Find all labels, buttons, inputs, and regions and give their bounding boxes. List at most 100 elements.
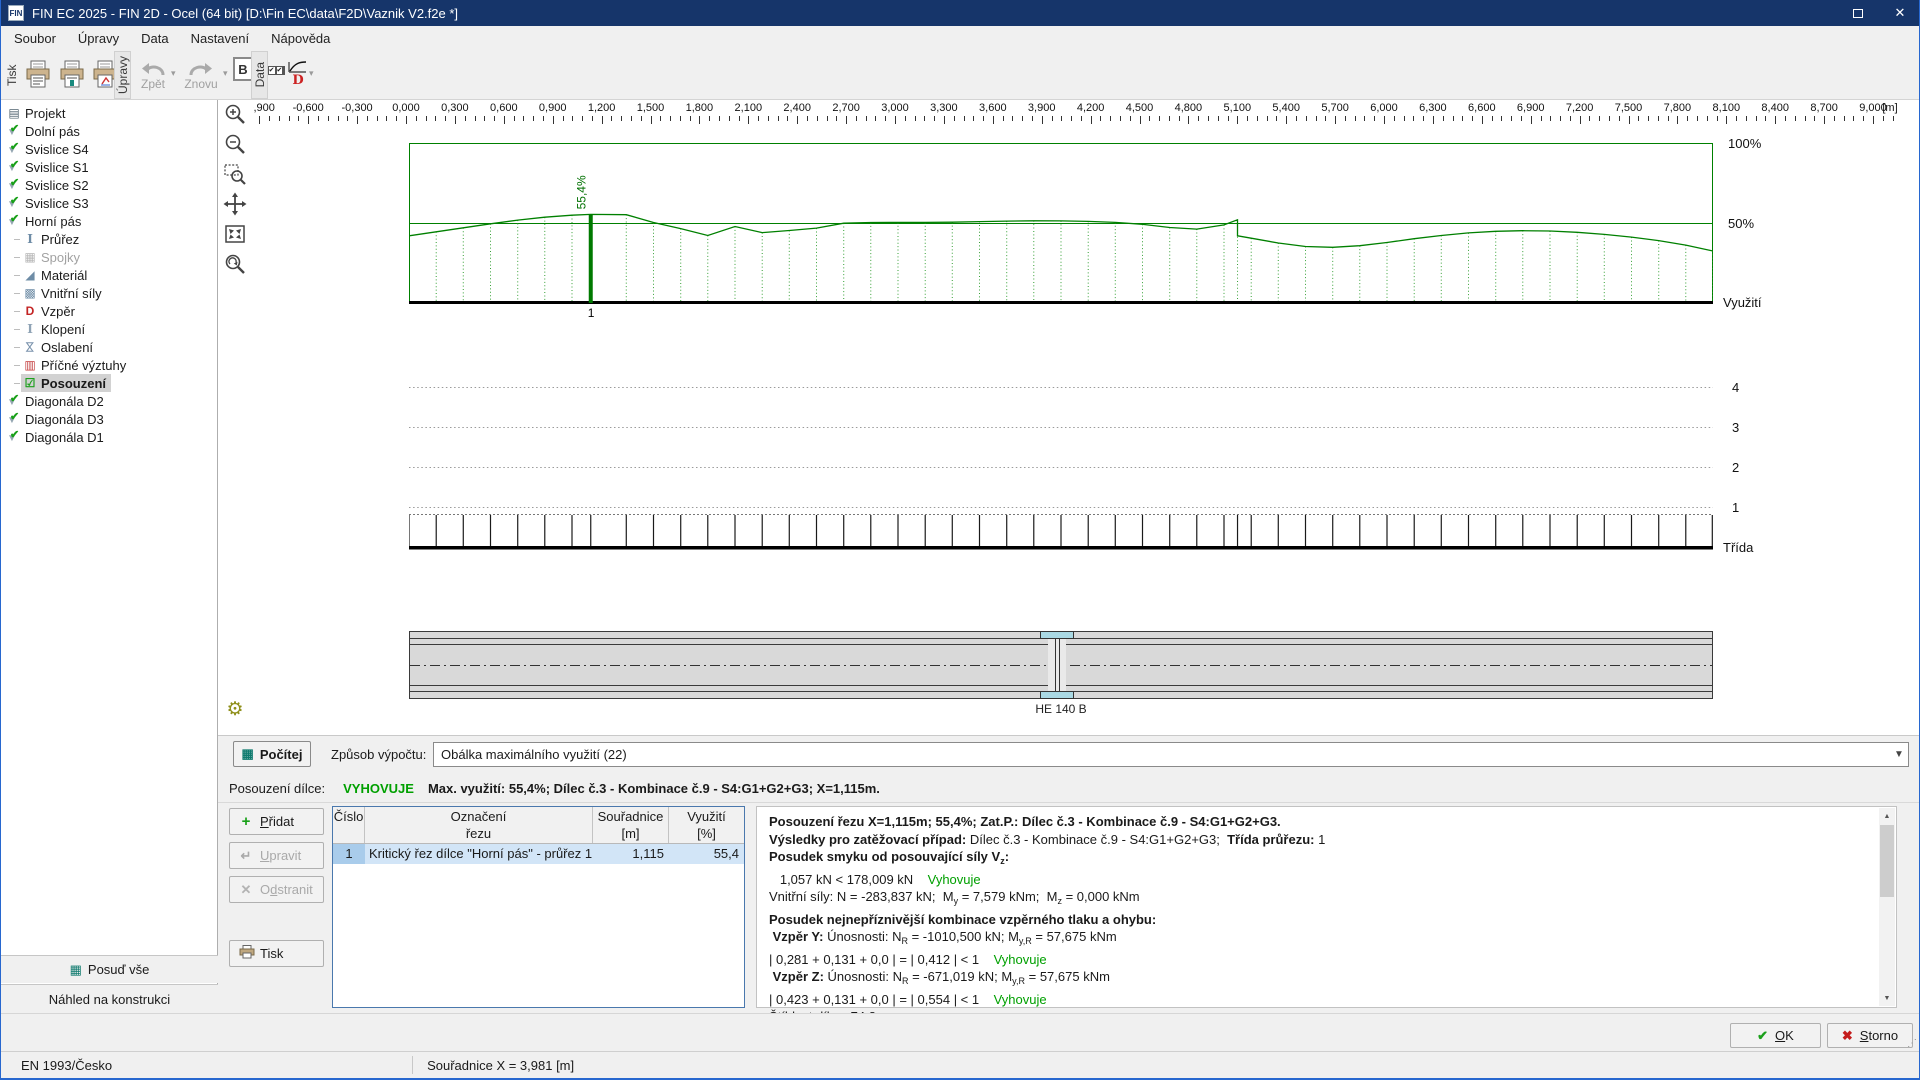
sidebar-item-diagonala-d1[interactable]: ▼✔Diagonála D1: [1, 428, 217, 446]
sidebar-item-svislice-s4[interactable]: ▼✔Svislice S4: [1, 140, 217, 158]
odstranit-button[interactable]: ✕Odstranit: [229, 876, 324, 903]
zoom-window-button[interactable]: [222, 162, 248, 188]
zoom-in-button[interactable]: [222, 102, 248, 128]
detail-scrollbar[interactable]: ▲ ▼: [1879, 808, 1895, 1006]
undo-button[interactable]: Zpět: [135, 54, 171, 96]
sidebar-item-diagonala-d3[interactable]: ▼✔Diagonála D3: [1, 410, 217, 428]
print-preview-button[interactable]: [56, 54, 88, 96]
member-check-icon: ▼✔: [6, 124, 22, 139]
structure-preview-button[interactable]: Náhled na konstrukci: [1, 984, 218, 1013]
svg-text:55,4%: 55,4%: [575, 175, 589, 209]
sidebar-item-vzper[interactable]: DVzpěr: [1, 302, 217, 320]
display-dropdown-caret[interactable]: ▾: [309, 68, 314, 79]
method-combobox[interactable]: Obálka maximálního využití (22) ▼: [433, 742, 1909, 767]
sidebar-item-vnitrni-sily[interactable]: ▩Vnitřní síly: [1, 284, 217, 302]
maximize-button[interactable]: [1837, 0, 1879, 26]
sidebar-item-material[interactable]: ◢Materiál: [1, 266, 217, 284]
status-coordinates: Souřadnice X = 3,981 [m]: [427, 1058, 574, 1073]
cancel-button[interactable]: ✖Storno: [1827, 1023, 1913, 1048]
sidebar-item-label: Projekt: [25, 106, 65, 121]
assessment-line: Posudek nejnepříznivější kombinace vzpěr…: [769, 911, 1869, 929]
sidebar-item-klopeni[interactable]: IKlopení: [1, 320, 217, 338]
dialog-footer: ✔OK ✖Storno ⋰: [1, 1013, 1920, 1051]
assessment-line: Vzpěr Y: Únosnosti: NR = -1010,500 kN; M…: [769, 928, 1869, 951]
print-document-button[interactable]: [22, 54, 54, 96]
sidebar-item-svislice-s1[interactable]: ▼✔Svislice S1: [1, 158, 217, 176]
pan-button[interactable]: [222, 192, 248, 218]
sidebar-item-label: Diagonála D1: [25, 430, 104, 445]
display-settings-button[interactable]: ✔✔ D: [271, 55, 305, 95]
title-bar: FIN FIN EC 2025 - FIN 2D - Ocel (64 bit)…: [1, 0, 1920, 26]
structure-preview-label: Náhled na konstrukci: [49, 992, 170, 1007]
assess-all-button[interactable]: ▦ Posuď vše: [1, 955, 218, 983]
column-header-vyuziti[interactable]: Využití[%]: [669, 807, 744, 843]
sidebar-item-spojky[interactable]: ▦Spojky: [1, 248, 217, 266]
calculate-button[interactable]: ▦ Počítej: [233, 741, 311, 767]
settings-gear-button[interactable]: ⚙: [223, 697, 247, 721]
sidebar-item-oslabeni[interactable]: ⋈Oslabení: [1, 338, 217, 356]
sidebar-item-svislice-s2[interactable]: ▼✔Svislice S2: [1, 176, 217, 194]
menu-item-nastaveni[interactable]: Nastavení: [180, 28, 261, 49]
sidebar-item-prurez[interactable]: IPrůřez: [1, 230, 217, 248]
column-header-oznaceni[interactable]: Označenířezu: [365, 807, 593, 843]
scroll-up-icon[interactable]: ▲: [1879, 808, 1895, 824]
upravit-button[interactable]: ↵Upravit: [229, 842, 324, 869]
sidebar-item-label: Vzpěr: [41, 304, 75, 319]
x-icon: ✖: [1842, 1028, 1853, 1044]
zoom-previous-button[interactable]: [222, 252, 248, 278]
sidebar-item-posouzeni[interactable]: ☑Posouzení: [1, 374, 217, 392]
sidebar-item-dolni-pas[interactable]: ▼✔Dolní pás: [1, 122, 217, 140]
zoom-window-icon: [223, 162, 247, 189]
sidebar-item-horni-pas[interactable]: ▼✔Horní pás: [1, 212, 217, 230]
close-button[interactable]: ✕: [1879, 0, 1920, 26]
table-row[interactable]: 1Kritický řez dílce "Horní pás" - průřez…: [333, 844, 744, 864]
redo-dropdown-caret[interactable]: ▾: [223, 68, 228, 79]
menu-item-napoveda[interactable]: Nápověda: [260, 28, 341, 49]
delete-cross-icon: ✕: [239, 882, 253, 898]
menu-bar: SouborÚpravyDataNastaveníNápověda: [1, 26, 1920, 50]
class-tick-1: 1: [1732, 500, 1739, 515]
ok-button[interactable]: ✔OK: [1730, 1023, 1821, 1048]
plus-icon: +: [239, 813, 253, 830]
tree-connector: [14, 239, 20, 240]
sidebar-item-label: Diagonála D3: [25, 412, 104, 427]
display-settings-icon: ✔✔ D: [268, 60, 309, 90]
table-header: ČísloOznačenířezuSouřadnice[m]Využití[%]: [333, 807, 744, 844]
y-tick-50: 50%: [1728, 216, 1754, 231]
resize-grip[interactable]: ⋰: [1907, 1038, 1917, 1049]
assessment-line: Vnitřní síly: N = -283,837 kN; My = 7,57…: [769, 888, 1869, 911]
result-status-badge: VYHOVUJE: [343, 781, 414, 799]
member-check-icon: ▼✔: [6, 160, 22, 175]
sidebar-item-pricne-vyztuhy[interactable]: ▥Příčné výztuhy: [1, 356, 217, 374]
joints-icon: ▦: [22, 250, 38, 264]
redo-icon: [189, 60, 213, 77]
undo-dropdown-caret[interactable]: ▾: [171, 68, 176, 79]
menu-item-upravy[interactable]: Úpravy: [67, 28, 130, 49]
sidebar-item-label: Svislice S3: [25, 196, 89, 211]
member-check-icon: ▼✔: [6, 412, 22, 427]
sidebar-item-projekt[interactable]: ▤Projekt: [1, 104, 217, 122]
tree-connector: [14, 383, 20, 384]
scroll-thumb[interactable]: [1880, 825, 1894, 897]
zoom-fit-button[interactable]: [222, 222, 248, 248]
status-bar: EN 1993/Česko Souřadnice X = 3,981 [m]: [1, 1051, 1920, 1078]
menu-item-data[interactable]: Data: [130, 28, 179, 49]
member-result-row: Posouzení dílce: VYHOVUJE Max. využití: …: [229, 781, 880, 799]
menu-item-soubor[interactable]: Soubor: [3, 28, 67, 49]
sidebar-item-svislice-s3[interactable]: ▼✔Svislice S3: [1, 194, 217, 212]
scroll-down-icon[interactable]: ▼: [1879, 990, 1895, 1006]
column-header-cislo[interactable]: Číslo: [333, 807, 365, 843]
ruler-unit: [m]: [1865, 102, 1915, 114]
sidebar-item-diagonala-d2[interactable]: ▼✔Diagonála D2: [1, 392, 217, 410]
member-profile-strip: [409, 631, 1713, 699]
member-check-icon: ▼✔: [6, 142, 22, 157]
redo-button[interactable]: Znovu: [181, 54, 221, 96]
status-standard: EN 1993/Česko: [21, 1058, 112, 1073]
column-header-souradnice[interactable]: Souřadnice[m]: [593, 807, 669, 843]
pridat-button[interactable]: +Přidat: [229, 808, 324, 835]
member-check-icon: ▼✔: [6, 214, 22, 229]
assessment-line: 1,057 kN < 178,009 kN Vyhovuje: [769, 871, 1869, 889]
zoom-out-button[interactable]: [222, 132, 248, 158]
tisk-button[interactable]: Tisk: [229, 940, 324, 967]
assessment-icon: ☑: [22, 376, 38, 390]
